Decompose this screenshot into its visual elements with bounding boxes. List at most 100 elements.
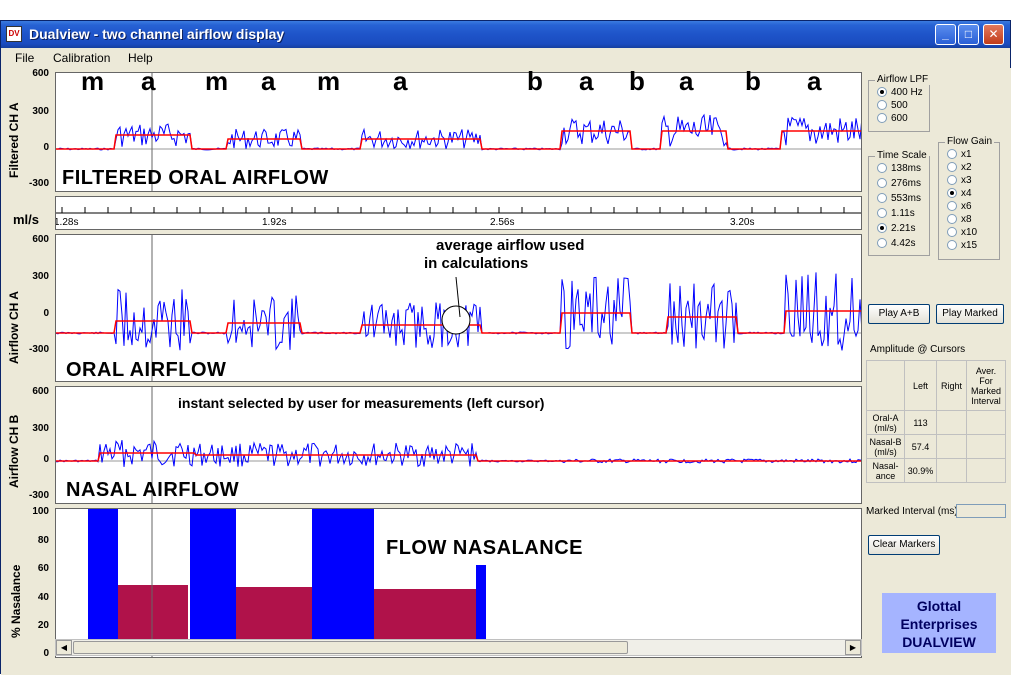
amplitude-title: Amplitude @ Cursors [870,344,966,355]
window-title: Dualview - two channel airflow display [29,26,285,42]
maximize-button[interactable]: □ [958,24,979,45]
radio-dot-icon [877,223,887,234]
ytick: 0 [43,454,49,465]
radio-dot-icon [947,188,957,199]
radio-label: x2 [961,162,972,173]
amp-cell: 57.4 [904,434,937,459]
gain-radio[interactable]: x6 [947,201,972,212]
average-annotation-line2: in calculations [424,255,529,272]
filtered-ylabel: Filtered CH A [7,102,21,178]
menu-calibration[interactable]: Calibration [53,51,110,65]
radio-dot-icon [947,240,957,251]
minimize-button[interactable]: _ [935,24,956,45]
radio-label: x8 [961,214,972,225]
marked-interval-field[interactable] [956,504,1006,518]
radio-dot-icon [947,162,957,173]
gain-radio[interactable]: x4 [947,188,972,199]
menu-file[interactable]: File [15,51,34,65]
amp-row-label: Nasal-ance [866,458,905,483]
ts-radio[interactable]: 553ms [877,193,921,204]
scroll-thumb[interactable] [73,641,628,654]
phoneme-label: b [629,66,645,96]
time-tick-label: 2.56s [490,217,515,228]
title-bar[interactable]: DV Dualview - two channel airflow displa… [1,21,1010,48]
ts-radio[interactable]: 1.11s [877,208,915,219]
play-ab-button[interactable]: Play A+B [868,304,930,324]
brand-line: Glottal [916,598,962,614]
oral-airflow-panel[interactable]: average airflow used in calculations ORA… [55,234,862,382]
radio-label: 500 [891,100,908,111]
radio-label: 400 Hz [891,87,923,98]
phoneme-label: a [261,66,276,96]
ytick: 0 [43,648,49,659]
amp-cell [966,434,1006,459]
ytick: 60 [37,563,49,574]
ytick: 0 [43,308,49,319]
brand-line: Enterprises [900,616,978,632]
radio-dot-icon [877,208,887,219]
lpf-radio[interactable]: 400 Hz [877,87,923,98]
gain-radio[interactable]: x10 [947,227,977,238]
time-scale-group: Time Scale 138ms 276ms 553ms 1.11s 2.21s 4.42… [868,150,930,256]
ytick: 300 [32,106,49,117]
ytick: -300 [28,490,49,501]
app-icon: DV [6,26,22,42]
time-tick-label: 3.20s [730,217,755,228]
radio-label: x4 [961,188,972,199]
clear-markers-button[interactable]: Clear Markers [868,535,940,555]
phoneme-label: a [807,66,822,96]
app-window: DV Dualview - two channel airflow displa… [0,20,1011,675]
gain-radio[interactable]: x8 [947,214,972,225]
radio-dot-icon [877,193,887,204]
phoneme-label: a [579,66,594,96]
average-highlight-circle [441,305,471,335]
ytick: 20 [37,620,49,631]
ts-radio[interactable]: 2.21s [877,223,915,234]
radio-dot-icon [947,149,957,160]
ts-radio[interactable]: 4.42s [877,238,915,249]
gain-radio[interactable]: x3 [947,175,972,186]
phoneme-label: a [393,66,408,96]
gain-radio[interactable]: x1 [947,149,972,160]
gain-radio[interactable]: x15 [947,240,977,251]
nasal-airflow-panel[interactable]: instant selected by user for measurement… [55,386,862,504]
radio-label: x10 [961,227,978,238]
ts-radio[interactable]: 138ms [877,163,921,174]
gain-radio[interactable]: x2 [947,162,972,173]
brand-line: DUALVIEW [902,634,976,650]
ytick: 600 [32,386,49,397]
flow-gain-title: Flow Gain [945,136,995,147]
ytick: 0 [43,142,49,153]
amp-row-label: Oral-A (ml/s) [866,410,905,435]
flow-unit-label: ml/s [13,212,40,227]
phoneme-label: b [527,66,543,96]
nasalance-panel[interactable]: FLOW NASALANCE [55,508,862,658]
radio-dot-icon [947,175,957,186]
play-marked-button[interactable]: Play Marked [936,304,1004,324]
ts-radio[interactable]: 276ms [877,178,921,189]
menu-help[interactable]: Help [128,51,153,65]
scroll-right-arrow-icon[interactable]: ▶ [845,640,861,655]
phoneme-label: m [81,66,105,96]
scroll-left-arrow-icon[interactable]: ◀ [56,640,72,655]
flow-gain-group: Flow Gain x1 x2 x3 x4 x6 x8 x10 x15 [938,136,1000,260]
amp-header-aver: Aver. For Marked Interval [966,360,1006,411]
radio-label: x15 [961,240,978,251]
time-axis: 1.28s 1.92s 2.56s 3.20s [55,196,862,230]
ytick: 300 [32,423,49,434]
time-scale-title: Time Scale [875,150,929,161]
horizontal-scrollbar[interactable]: ◀ ▶ [55,639,862,656]
plot-area: FILTERED ORAL AIRFLOW 600 300 0 -300 Fil… [1,66,866,675]
amp-cell [936,434,967,459]
menu-bar: File Calibration Help [1,48,1010,68]
phoneme-label: m [317,66,341,96]
radio-label: 553ms [891,193,922,204]
close-button[interactable]: ✕ [983,24,1004,45]
ytick: 40 [37,592,49,603]
time-tick-label: 1.92s [262,217,287,228]
ytick: 600 [32,68,49,79]
lpf-radio[interactable]: 500 [877,100,908,111]
amp-header-left: Left [904,360,937,411]
filtered-airflow-panel[interactable]: FILTERED ORAL AIRFLOW [55,72,862,192]
lpf-radio[interactable]: 600 [877,113,908,124]
